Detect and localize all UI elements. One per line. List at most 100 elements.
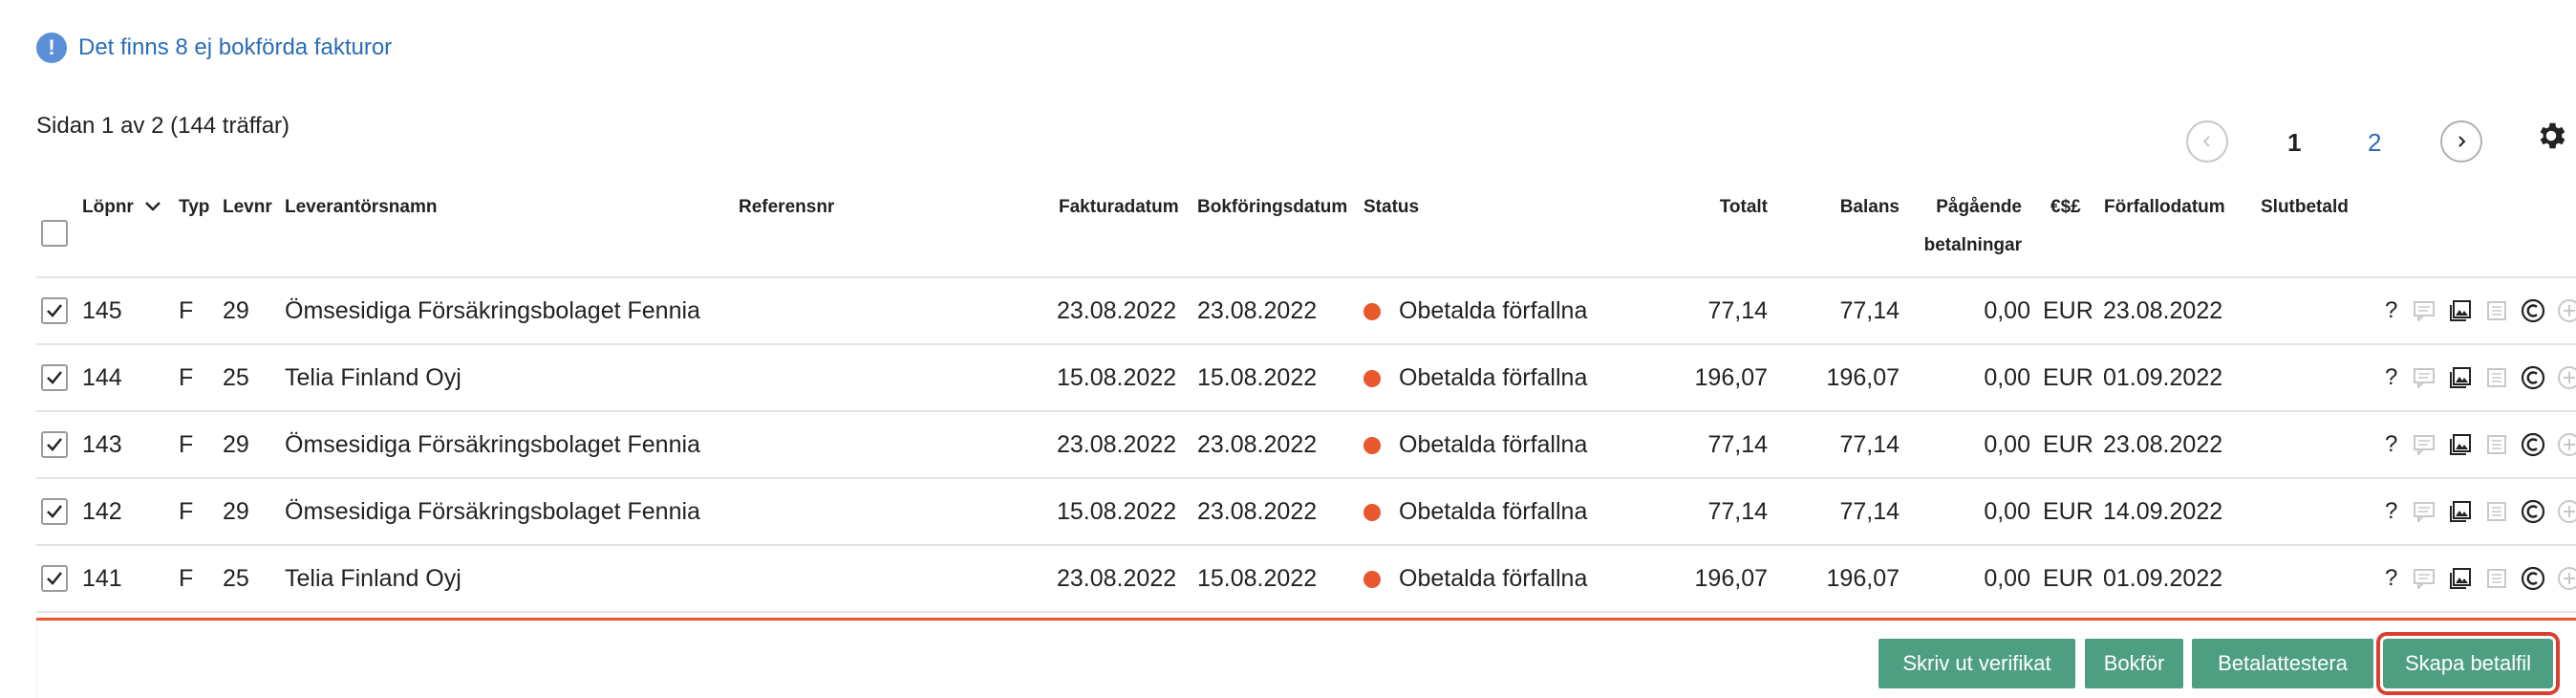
cell-leverantor[interactable]: Telia Finland Oyj bbox=[285, 545, 462, 612]
image-icon[interactable] bbox=[2448, 432, 2473, 457]
cell-leverantor[interactable]: Ömsesidiga Försäkringsbolaget Fennia bbox=[285, 478, 700, 545]
cell-totalt: 77,14 bbox=[1707, 297, 1768, 324]
header-referens[interactable]: Referensnr bbox=[739, 197, 834, 218]
help-icon[interactable]: ? bbox=[2385, 297, 2400, 324]
payment-approve-button[interactable]: Betalattestera bbox=[2192, 639, 2373, 688]
comment-icon[interactable] bbox=[2412, 499, 2436, 524]
copy-icon[interactable] bbox=[2521, 365, 2545, 390]
help-icon[interactable]: ? bbox=[2385, 364, 2400, 391]
plus-circle-icon[interactable] bbox=[2557, 298, 2576, 323]
row-checkbox[interactable] bbox=[41, 498, 68, 525]
list-icon[interactable] bbox=[2484, 298, 2509, 323]
cell-typ: F bbox=[179, 565, 194, 592]
status-dot-icon bbox=[1363, 504, 1381, 521]
image-icon[interactable] bbox=[2448, 365, 2473, 390]
header-leverantor[interactable]: Leverantörsnamn bbox=[285, 197, 437, 218]
cell-totalt: 196,07 bbox=[1694, 565, 1768, 592]
create-payment-file-button[interactable]: Skapa betalfil bbox=[2376, 632, 2560, 695]
cell-bokforingsdatum: 15.08.2022 bbox=[1197, 364, 1318, 391]
comment-icon[interactable] bbox=[2412, 298, 2436, 323]
header-slutbetald[interactable]: Slutbetald bbox=[2261, 197, 2349, 218]
print-voucher-button[interactable]: Skriv ut verifikat bbox=[1878, 639, 2075, 688]
header-status[interactable]: Status bbox=[1363, 197, 1419, 218]
row-checkbox[interactable] bbox=[41, 565, 68, 592]
cell-totalt: 77,14 bbox=[1707, 498, 1768, 525]
chevron-left-icon[interactable] bbox=[2186, 120, 2228, 163]
plus-circle-icon[interactable] bbox=[2557, 432, 2576, 457]
comment-icon[interactable] bbox=[2412, 432, 2436, 457]
row-checkbox[interactable] bbox=[41, 364, 68, 391]
help-icon[interactable]: ? bbox=[2385, 498, 2400, 525]
table-row[interactable]: 141 F 25 Telia Finland Oyj 23.08.2022 15.08.2… bbox=[0, 545, 2576, 612]
copy-icon[interactable] bbox=[2521, 499, 2545, 524]
cell-leverantor[interactable]: Ömsesidiga Försäkringsbolaget Fennia bbox=[285, 277, 700, 344]
cell-lopnr[interactable]: 144 bbox=[82, 344, 122, 411]
unposted-invoices-notice[interactable]: ! Det finns 8 ej bokförda fakturor bbox=[36, 33, 392, 63]
plus-circle-icon[interactable] bbox=[2557, 365, 2576, 390]
cell-lopnr[interactable]: 141 bbox=[82, 545, 122, 612]
list-icon[interactable] bbox=[2484, 365, 2509, 390]
plus-circle-icon[interactable] bbox=[2557, 566, 2576, 591]
list-icon[interactable] bbox=[2484, 432, 2509, 457]
comment-icon[interactable] bbox=[2412, 566, 2436, 591]
cell-valuta: EUR bbox=[2043, 364, 2093, 391]
cell-pagaende: 0,00 bbox=[1984, 565, 2030, 592]
page-1-link[interactable]: 1 bbox=[2287, 128, 2301, 158]
plus-circle-icon[interactable] bbox=[2557, 499, 2576, 524]
cell-lopnr[interactable]: 145 bbox=[82, 277, 122, 344]
cell-lopnr[interactable]: 142 bbox=[82, 478, 122, 545]
cell-status: Obetalda förfallna bbox=[1399, 565, 1588, 592]
list-icon[interactable] bbox=[2484, 499, 2509, 524]
cell-balans: 196,07 bbox=[1826, 364, 1900, 391]
image-icon[interactable] bbox=[2448, 566, 2473, 591]
copy-icon[interactable] bbox=[2521, 298, 2545, 323]
header-forfallodatum[interactable]: Förfallodatum bbox=[2104, 197, 2225, 218]
header-lopnr[interactable]: Löpnr bbox=[82, 197, 161, 218]
header-fakturadatum[interactable]: Fakturadatum bbox=[1059, 197, 1179, 218]
header-pagaende[interactable]: Pågående bbox=[1892, 197, 2022, 218]
cell-lopnr[interactable]: 143 bbox=[82, 411, 122, 478]
row-actions: ? bbox=[2385, 344, 2576, 411]
select-all-checkbox[interactable] bbox=[41, 220, 68, 247]
image-icon[interactable] bbox=[2448, 298, 2473, 323]
image-icon[interactable] bbox=[2448, 499, 2473, 524]
copy-icon[interactable] bbox=[2521, 432, 2545, 457]
header-balans[interactable]: Balans bbox=[1758, 197, 1900, 218]
cell-leverantor[interactable]: Telia Finland Oyj bbox=[285, 344, 462, 411]
header-typ[interactable]: Typ bbox=[179, 197, 209, 218]
list-icon[interactable] bbox=[2484, 566, 2509, 591]
copy-icon[interactable] bbox=[2521, 566, 2545, 591]
status-dot-icon bbox=[1363, 437, 1381, 454]
table-row[interactable]: 145 F 29 Ömsesidiga Försäkringsbolaget Fenn… bbox=[0, 277, 2576, 344]
book-button[interactable]: Bokför bbox=[2085, 639, 2183, 688]
help-icon[interactable]: ? bbox=[2385, 565, 2400, 592]
table-row[interactable]: 144 F 25 Telia Finland Oyj 15.08.2022 15.08.2… bbox=[0, 344, 2576, 411]
notice-text[interactable]: Det finns 8 ej bokförda fakturor bbox=[78, 34, 392, 61]
cell-typ: F bbox=[179, 498, 194, 525]
chevron-right-icon[interactable] bbox=[2440, 120, 2482, 163]
cell-status: Obetalda förfallna bbox=[1399, 498, 1588, 525]
comment-icon[interactable] bbox=[2412, 365, 2436, 390]
cell-bokforingsdatum: 23.08.2022 bbox=[1197, 431, 1318, 458]
status-dot-icon bbox=[1363, 370, 1381, 387]
cell-pagaende: 0,00 bbox=[1984, 431, 2030, 458]
header-levnr[interactable]: Levnr bbox=[223, 197, 272, 218]
cell-leverantor[interactable]: Ömsesidiga Försäkringsbolaget Fennia bbox=[285, 411, 700, 478]
page-info: Sidan 1 av 2 (144 träffar) bbox=[36, 113, 290, 139]
header-totalt[interactable]: Totalt bbox=[1624, 197, 1768, 218]
cell-forfallodatum: 01.09.2022 bbox=[2103, 565, 2223, 592]
row-checkbox[interactable] bbox=[41, 297, 68, 324]
help-icon[interactable]: ? bbox=[2385, 431, 2400, 458]
row-checkbox[interactable] bbox=[41, 431, 68, 458]
chevron-down-icon bbox=[144, 197, 161, 218]
cell-forfallodatum: 23.08.2022 bbox=[2103, 297, 2223, 324]
table-row[interactable]: 142 F 29 Ömsesidiga Försäkringsbolaget Fenn… bbox=[0, 478, 2576, 545]
table-row[interactable]: 143 F 29 Ömsesidiga Försäkringsbolaget Fenn… bbox=[0, 411, 2576, 478]
page-2-link[interactable]: 2 bbox=[2368, 128, 2381, 158]
header-bokforingsdatum[interactable]: Bokföringsdatum bbox=[1197, 197, 1347, 218]
gear-icon[interactable] bbox=[2534, 119, 2568, 153]
cell-bokforingsdatum: 15.08.2022 bbox=[1197, 565, 1318, 592]
status-dot-icon bbox=[1363, 303, 1381, 320]
cell-status: Obetalda förfallna bbox=[1399, 364, 1588, 391]
header-valuta[interactable]: €$£ bbox=[2050, 197, 2081, 218]
